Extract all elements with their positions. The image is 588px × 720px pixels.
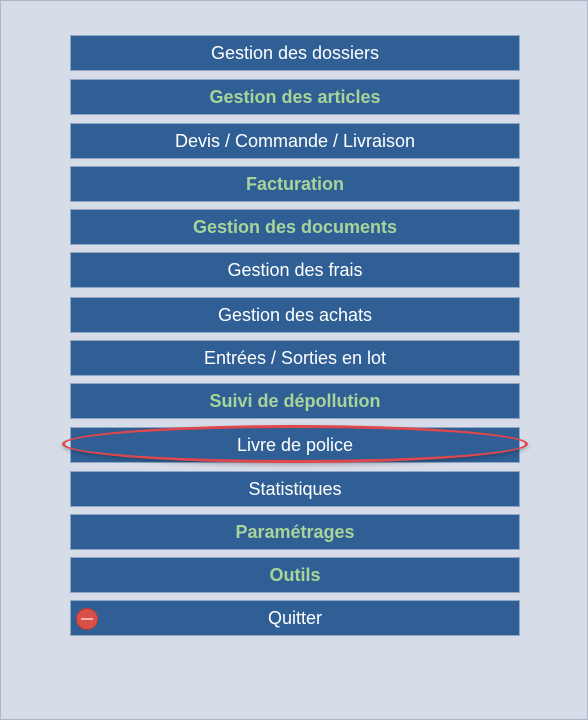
menu-item-label: Entrées / Sorties en lot <box>203 348 387 368</box>
menu-item-parametrages[interactable]: Paramétrages <box>70 514 520 550</box>
menu-item-gestion-documents[interactable]: Gestion des documents <box>70 209 520 245</box>
menu-item-label: Paramétrages <box>235 522 355 542</box>
menu-item-gestion-articles[interactable]: Gestion des articles <box>70 79 520 115</box>
menu-item-quitter[interactable]: Quitter <box>70 600 520 636</box>
menu-item-label: Suivi de dépollution <box>209 391 381 411</box>
menu-item-outils[interactable]: Outils <box>70 557 520 593</box>
menu-item-label: Gestion des documents <box>192 217 398 237</box>
menu-item-gestion-achats[interactable]: Gestion des achats <box>70 297 520 333</box>
menu-item-label: Gestion des dossiers <box>210 43 380 63</box>
menu-item-label: Gestion des achats <box>217 305 373 325</box>
stop-icon <box>76 608 98 630</box>
menu-item-livre-police[interactable]: Livre de police <box>70 427 520 463</box>
menu-item-label: Devis / Commande / Livraison <box>174 131 416 151</box>
menu-item-label: Quitter <box>267 608 323 628</box>
menu-item-entrees-sorties-lot[interactable]: Entrées / Sorties en lot <box>70 340 520 376</box>
menu-item-gestion-frais[interactable]: Gestion des frais <box>70 252 520 288</box>
menu-item-label: Gestion des frais <box>227 260 363 280</box>
menu-item-label: Outils <box>269 565 321 585</box>
menu-item-devis-commande-livraison[interactable]: Devis / Commande / Livraison <box>70 123 520 159</box>
menu-item-statistiques[interactable]: Statistiques <box>70 471 520 507</box>
menu-item-gestion-dossiers[interactable]: Gestion des dossiers <box>70 35 520 71</box>
menu-item-facturation[interactable]: Facturation <box>70 166 520 202</box>
menu-item-label: Livre de police <box>236 435 354 455</box>
menu-item-label: Gestion des articles <box>209 87 381 107</box>
menu-item-label: Statistiques <box>248 479 342 499</box>
menu-item-suivi-depollution[interactable]: Suivi de dépollution <box>70 383 520 419</box>
menu-item-label: Facturation <box>245 174 344 194</box>
